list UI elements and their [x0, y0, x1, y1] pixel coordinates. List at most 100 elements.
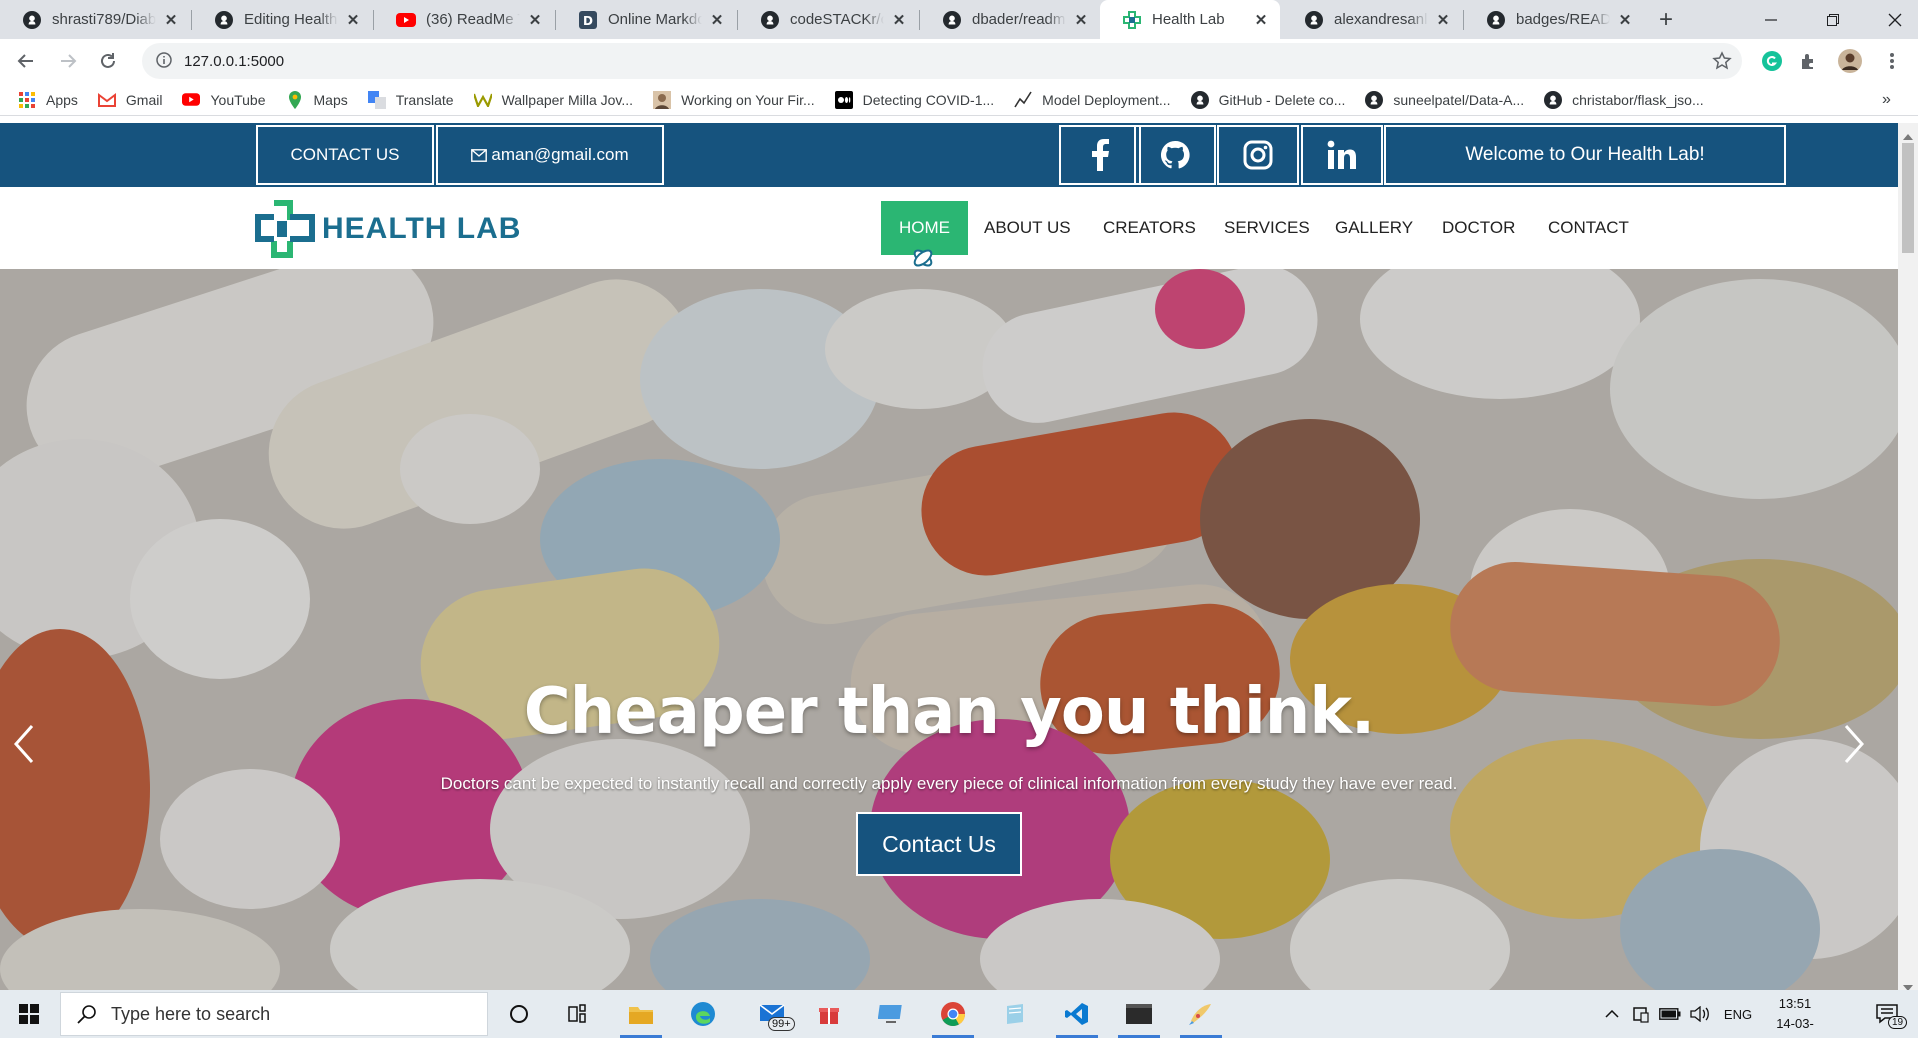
bookmark-wallpaper[interactable]: Wallpaper Milla Jov...	[473, 91, 633, 109]
github-link[interactable]	[1134, 125, 1216, 185]
minimize-button[interactable]	[1748, 0, 1794, 39]
hero-contact-button[interactable]: Contact Us	[856, 812, 1022, 876]
bookmark-apps[interactable]: Apps	[18, 91, 78, 109]
grammarly-icon[interactable]	[1760, 49, 1784, 73]
site-logo[interactable]: HEALTH LAB	[254, 199, 521, 259]
facebook-link[interactable]	[1059, 125, 1141, 185]
device-tray-button[interactable]	[1628, 990, 1654, 1038]
desktop-app[interactable]	[862, 990, 920, 1038]
browser-tab[interactable]: (36) ReadMe Te ✕	[374, 0, 554, 39]
gift-box-icon	[819, 1008, 839, 1024]
nav-services[interactable]: SERVICES	[1206, 201, 1328, 255]
bookmark-christabor[interactable]: christabor/flask_jso...	[1544, 90, 1704, 109]
extensions-puzzle-icon[interactable]	[1797, 49, 1821, 73]
scrollbar-thumb[interactable]	[1902, 143, 1914, 253]
action-center-button[interactable]: 19	[1864, 990, 1910, 1038]
browser-tab[interactable]: D Online Markdo ✕	[556, 0, 736, 39]
close-window-button[interactable]	[1872, 0, 1918, 39]
topbar-contact-us[interactable]: CONTACT US	[256, 125, 434, 185]
cortana-icon	[510, 1005, 528, 1023]
linkedin-link[interactable]	[1301, 125, 1383, 185]
reload-button[interactable]	[94, 47, 122, 75]
menu-kebab-icon[interactable]	[1880, 49, 1904, 73]
clock-date: 14-03-2021	[1776, 1016, 1814, 1038]
browser-tab[interactable]: codeSTACKr/co ✕	[738, 0, 918, 39]
close-icon[interactable]: ✕	[1252, 11, 1270, 29]
edge-app[interactable]	[674, 990, 732, 1038]
wallpaper-icon	[473, 91, 492, 109]
profile-avatar[interactable]	[1838, 49, 1862, 73]
microsoft-store-app[interactable]	[800, 990, 858, 1038]
paint-app[interactable]	[1172, 990, 1230, 1038]
cortana-button[interactable]	[490, 990, 548, 1038]
bookmark-maps[interactable]: Maps	[286, 90, 348, 109]
tab-title: badges/READM	[1516, 11, 1610, 28]
close-icon[interactable]: ✕	[526, 11, 544, 29]
nav-creators[interactable]: CREATORS	[1085, 201, 1214, 255]
nav-contact[interactable]: CONTACT	[1530, 201, 1647, 255]
sticky-notes-app[interactable]	[986, 990, 1044, 1038]
maximize-button[interactable]	[1810, 0, 1856, 39]
instagram-link[interactable]	[1217, 125, 1299, 185]
taskbar-search-box[interactable]: Type here to search	[60, 992, 488, 1036]
mail-app[interactable]: 99+	[744, 990, 802, 1038]
nav-doctor[interactable]: DOCTOR	[1424, 201, 1533, 255]
more-bookmarks-button[interactable]: »	[1882, 91, 1891, 109]
close-icon[interactable]: ✕	[1434, 11, 1452, 29]
close-icon[interactable]: ✕	[344, 11, 362, 29]
terminal-app[interactable]	[1110, 990, 1168, 1038]
tab-title: shrasti789/Diab	[52, 11, 156, 28]
github-icon	[1544, 90, 1563, 109]
close-icon[interactable]: ✕	[1616, 11, 1634, 29]
file-explorer-app[interactable]	[612, 990, 670, 1038]
vscode-app[interactable]	[1048, 990, 1106, 1038]
bookmark-model-deployment[interactable]: Model Deployment...	[1014, 91, 1171, 109]
battery-icon	[1659, 1008, 1681, 1020]
new-tab-button[interactable]: +	[1652, 6, 1680, 34]
bookmark-label: Detecting COVID-1...	[862, 91, 995, 108]
show-hidden-icons-button[interactable]	[1600, 990, 1624, 1038]
nav-gallery[interactable]: GALLERY	[1317, 201, 1431, 255]
close-icon[interactable]: ✕	[162, 11, 180, 29]
gmail-icon	[97, 91, 116, 109]
bookmark-github-delete[interactable]: GitHub - Delete co...	[1190, 90, 1345, 109]
bookmark-covid[interactable]: Detecting COVID-1...	[834, 90, 995, 109]
close-icon[interactable]: ✕	[890, 11, 908, 29]
forward-button[interactable]	[54, 47, 82, 75]
taskbar-clock[interactable]: 13:51 14-03-2021	[1764, 994, 1826, 1038]
browser-tab-active[interactable]: Health Lab ✕	[1100, 0, 1280, 39]
browser-toolbar: 127.0.0.1:5000	[0, 39, 1918, 84]
info-icon[interactable]	[156, 51, 172, 71]
browser-tab[interactable]: shrasti789/Diab ✕	[0, 0, 190, 39]
start-button[interactable]	[0, 990, 58, 1038]
youtube-icon	[182, 91, 201, 109]
bookmark-youtube[interactable]: YouTube	[182, 91, 266, 109]
bookmark-translate[interactable]: Translate	[367, 90, 454, 109]
bookmark-star-icon[interactable]	[1710, 49, 1734, 73]
back-button[interactable]	[12, 47, 40, 75]
bookmark-label: Gmail	[125, 91, 163, 108]
scroll-up-arrow-icon[interactable]	[1903, 127, 1913, 143]
translate-icon	[367, 90, 386, 109]
bookmark-working[interactable]: Working on Your Fir...	[653, 90, 815, 109]
bookmark-gmail[interactable]: Gmail	[97, 91, 163, 109]
close-icon[interactable]: ✕	[1072, 11, 1090, 29]
chrome-app[interactable]	[924, 990, 982, 1038]
close-icon[interactable]: ✕	[708, 11, 726, 29]
browser-tab[interactable]: dbader/readme ✕	[920, 0, 1100, 39]
chart-icon	[1014, 91, 1032, 109]
browser-tab[interactable]: badges/READM ✕	[1464, 0, 1644, 39]
nav-about-us[interactable]: ABOUT US	[966, 201, 1089, 255]
tab-title: codeSTACKr/co	[790, 11, 884, 28]
search-icon	[77, 1005, 96, 1024]
task-view-button[interactable]	[550, 990, 608, 1038]
battery-button[interactable]	[1656, 990, 1684, 1038]
topbar-email[interactable]: aman@gmail.com	[436, 125, 664, 185]
bookmark-suneelpatel[interactable]: suneelpatel/Data-A...	[1365, 90, 1524, 109]
browser-tab[interactable]: alexandresanlir ✕	[1282, 0, 1462, 39]
volume-button[interactable]	[1686, 990, 1714, 1038]
page-scrollbar[interactable]	[1898, 123, 1918, 991]
address-bar[interactable]: 127.0.0.1:5000	[142, 43, 1742, 79]
browser-tab[interactable]: Editing Health- ✕	[192, 0, 372, 39]
language-indicator[interactable]: ENG	[1718, 990, 1758, 1038]
